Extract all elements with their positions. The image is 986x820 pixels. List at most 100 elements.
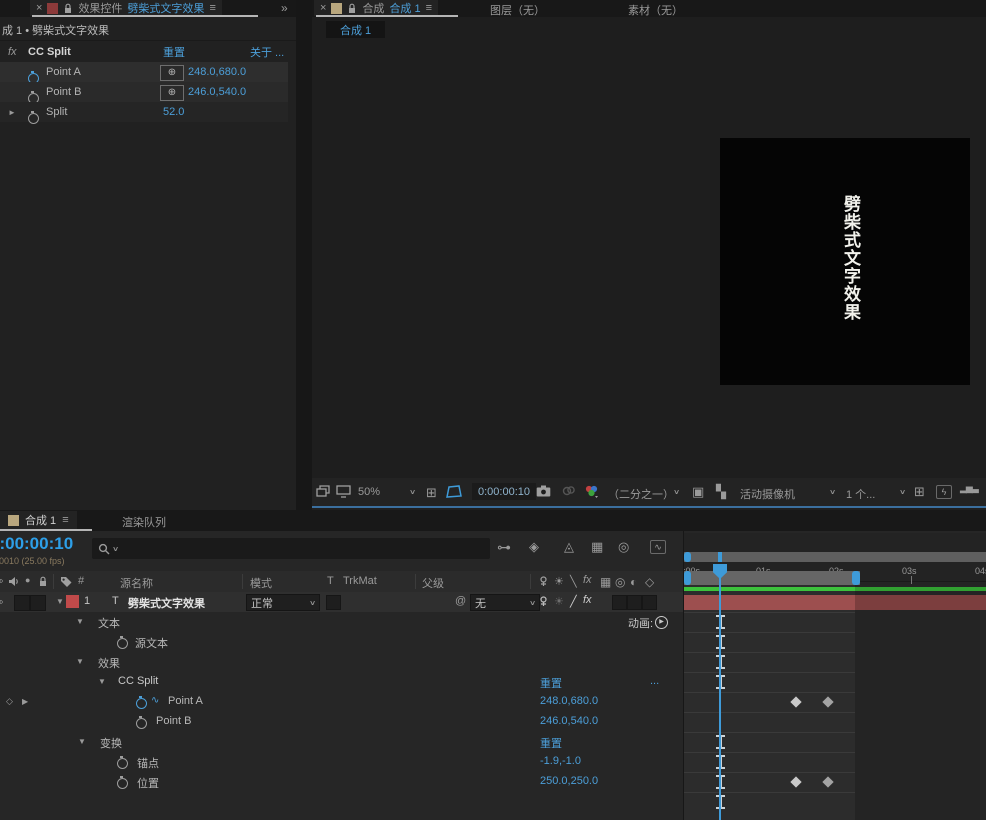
param-value[interactable]: 52.0 — [163, 106, 184, 118]
stopwatch-icon[interactable] — [117, 778, 128, 789]
layer-label-color[interactable] — [66, 595, 79, 608]
close-icon[interactable]: × — [36, 2, 42, 14]
prop-value[interactable]: -1.9,-1.0 — [540, 755, 581, 767]
zoom-level-dropdown[interactable]: 50% — [358, 486, 380, 498]
tab-timeline-comp[interactable]: 合成 1 ≡ — [0, 511, 77, 529]
tab-overflow-icon[interactable]: » — [281, 1, 288, 15]
expand-triangle[interactable]: ▼ — [76, 617, 84, 626]
layer-name[interactable]: 劈柴式文字效果 — [128, 595, 205, 611]
stopwatch-icon[interactable] — [28, 113, 39, 124]
resolution-dropdown[interactable]: （二分之一） — [608, 486, 674, 502]
time-navigator-bar[interactable] — [684, 552, 986, 562]
preview-time-display[interactable]: 0:00:00:10 — [472, 483, 536, 500]
blend-mode-dropdown[interactable]: 正常 ∨ — [246, 594, 320, 611]
prop-value[interactable]: 248.0,680.0 — [540, 695, 598, 707]
playhead-line[interactable] — [719, 564, 721, 820]
tab-effect-controls[interactable]: × 效果控件 劈柴式文字效果 ≡ — [30, 0, 222, 16]
prop-row-position[interactable]: 位置 250.0,250.0 — [0, 772, 683, 792]
motion-blur-cell[interactable] — [627, 595, 642, 610]
pick-whip-icon[interactable]: @ — [455, 595, 466, 607]
view-layout-dropdown[interactable]: 1 个... — [846, 486, 875, 502]
search-box[interactable]: ∨ — [92, 538, 490, 559]
expand-arrow-icon[interactable]: ► — [8, 108, 16, 117]
draft-3d-icon[interactable]: ◈ — [529, 539, 539, 555]
channel-rgb-icon[interactable] — [584, 484, 599, 498]
keyframe-next-icon[interactable]: ▶ — [22, 697, 28, 706]
close-icon[interactable]: × — [320, 2, 326, 14]
current-timecode[interactable]: 0:00:00:10 — [0, 534, 73, 553]
parent-dropdown[interactable]: 无 ∨ — [470, 594, 540, 611]
panel-menu-icon[interactable]: ≡ — [62, 514, 68, 526]
column-number[interactable]: # — [78, 575, 84, 587]
layer-duration-bar-dim[interactable] — [855, 595, 986, 610]
expand-triangle[interactable]: ▼ — [76, 657, 84, 666]
prop-value[interactable]: 246.0,540.0 — [540, 715, 598, 727]
param-value[interactable]: 246.0,540.0 — [188, 86, 246, 98]
prop-row-point-b[interactable]: Point B 246.0,540.0 — [0, 712, 683, 732]
layer-duration-bar[interactable] — [684, 595, 855, 610]
column-parent[interactable]: 父级 — [422, 575, 444, 591]
fx-switch[interactable]: fx — [583, 594, 592, 606]
grid-options-icon[interactable]: ⊞ — [914, 484, 925, 500]
chevron-down-icon[interactable]: ∨ — [899, 488, 906, 496]
chevron-down-icon[interactable]: ∨ — [829, 488, 836, 496]
stopwatch-icon[interactable] — [117, 758, 128, 769]
effect-header-row[interactable]: fx CC Split 重置 关于 ... — [0, 42, 296, 62]
quality-switch[interactable]: ╱ — [570, 595, 577, 608]
prop-row-text-group[interactable]: ▼ 文本 动画: ▶ — [0, 612, 683, 632]
mask-roi-icon[interactable] — [446, 485, 462, 498]
effect-reset-link[interactable]: 重置 — [163, 44, 185, 60]
view-dropdown[interactable]: 活动摄像机 — [740, 486, 795, 502]
prop-row-point-a[interactable]: ◇ ▶ ∿ Point A 248.0,680.0 — [0, 692, 683, 712]
show-snapshot-icon[interactable] — [562, 485, 576, 497]
expand-triangle[interactable]: ▼ — [78, 737, 86, 746]
audio-toggle-cell[interactable] — [14, 595, 30, 611]
animate-menu-button[interactable]: ▶ — [655, 616, 668, 629]
layer-row[interactable]: ▼ 1 T 劈柴式文字效果 正常 ∨ @ 无 ∨ ☀ ╱ fx — [0, 592, 683, 612]
column-preserve-transparency[interactable]: T — [327, 575, 334, 587]
column-source-name[interactable]: 源名称 — [120, 575, 153, 591]
stopwatch-icon[interactable] — [136, 718, 147, 729]
reset-link[interactable]: 重置 — [540, 735, 562, 751]
lock-icon[interactable] — [347, 3, 357, 14]
panel-menu-icon[interactable]: ≡ — [426, 2, 432, 14]
chevron-down-icon[interactable]: ∨ — [673, 488, 680, 496]
label-tag-icon[interactable] — [60, 576, 72, 587]
prop-row-transform-group[interactable]: ▼ 变换 重置 — [0, 732, 683, 752]
reset-link[interactable]: 重置 — [540, 675, 562, 691]
work-area-start-handle[interactable] — [684, 571, 691, 585]
eye-icon[interactable] — [0, 597, 3, 607]
search-options-chevron[interactable]: ∨ — [112, 545, 119, 553]
lock-icon[interactable] — [63, 3, 73, 14]
always-preview-icon[interactable] — [316, 485, 330, 498]
mini-flowchart-icon[interactable]: ⊶ — [497, 539, 511, 556]
3d-cell[interactable] — [642, 595, 657, 610]
prop-value[interactable]: 250.0,250.0 — [540, 775, 598, 787]
effect-about-link[interactable]: 关于 ... — [250, 44, 284, 60]
frame-blending-icon[interactable]: ▦ — [591, 539, 603, 555]
comp-viewport[interactable]: 劈柴式文字效果 — [312, 40, 986, 478]
tab-render-queue[interactable]: 渲染队列 — [122, 514, 166, 530]
solo-toggle-cell[interactable] — [30, 595, 46, 611]
region-of-interest-icon[interactable]: ▣ — [692, 484, 704, 500]
frame-blend-cell[interactable] — [612, 595, 627, 610]
tab-layer[interactable]: 图层（无） — [490, 2, 545, 18]
layer-expand-triangle[interactable]: ▼ — [56, 597, 64, 606]
prop-row-cc-split[interactable]: ▼ CC Split 重置 ... — [0, 672, 683, 692]
work-area-end-handle[interactable] — [852, 571, 860, 585]
av-features-switch[interactable] — [538, 596, 549, 607]
exposure-histogram-icon[interactable]: ▂▅▃ — [960, 483, 978, 494]
comp-canvas[interactable]: 劈柴式文字效果 — [720, 138, 970, 385]
prop-row-source-text[interactable]: 源文本 — [0, 632, 683, 652]
fast-previews-icon[interactable]: ϟ — [936, 485, 952, 499]
work-area-bar[interactable] — [684, 571, 860, 585]
panel-menu-icon[interactable]: ≡ — [209, 2, 215, 14]
comp-selector-chip[interactable]: 合成 1 — [326, 21, 385, 38]
stopwatch-icon[interactable] — [117, 638, 128, 649]
tab-footage[interactable]: 素材（无） — [628, 2, 683, 18]
transparency-grid-icon[interactable]: ▚ — [716, 484, 726, 500]
prop-row-anchor-point[interactable]: 锚点 -1.9,-1.0 — [0, 752, 683, 772]
expand-triangle[interactable]: ▼ — [98, 677, 106, 686]
graph-editor-icon[interactable]: ∿ — [650, 540, 666, 554]
keyframe-add-icon[interactable]: ◇ — [6, 696, 13, 707]
